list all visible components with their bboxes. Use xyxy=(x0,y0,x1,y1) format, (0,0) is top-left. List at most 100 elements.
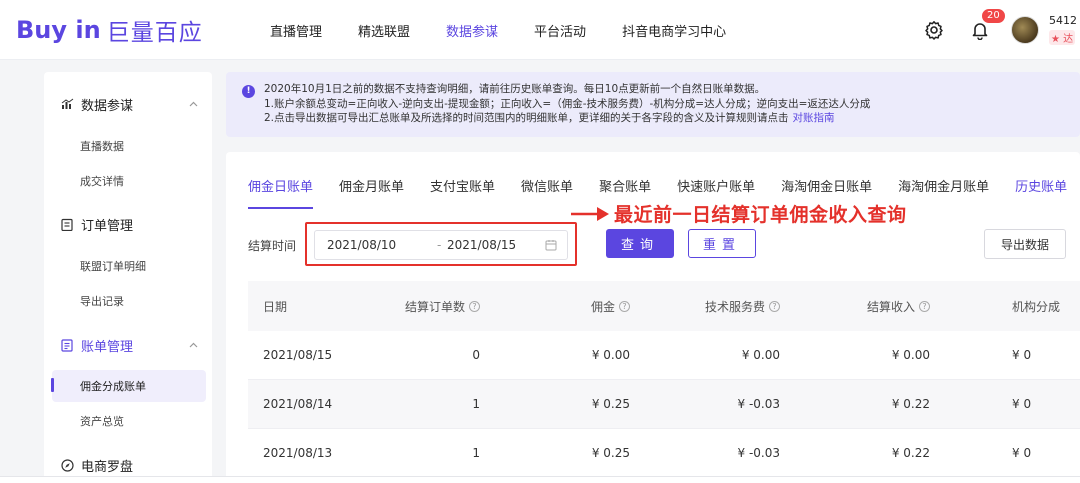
table-header: 日期 结算订单数? 佣金? 技术服务费? 结算收入? 机构分成 xyxy=(248,281,1080,331)
cell-date: 2021/08/14 xyxy=(263,397,333,411)
column-header-settlement-income: 结算收入? xyxy=(867,281,930,331)
tab-monthly-commission[interactable]: 佣金月账单 xyxy=(339,176,404,209)
tab-haitao-monthly[interactable]: 海淘佣金月账单 xyxy=(898,176,989,209)
date-end[interactable]: 2021/08/15 xyxy=(447,238,516,252)
cell-settlement-income: ¥ 0.00 xyxy=(891,348,930,362)
cell-commission: ¥ 0.25 xyxy=(591,446,630,460)
user-level-tag: ★ 达 xyxy=(1049,30,1076,45)
notice-line-3-text: 2.点击导出数据可导出汇总账单及所选择的时间范围内的明细账单，更详细的关于各字段… xyxy=(264,112,789,124)
help-icon[interactable]: ? xyxy=(919,300,930,312)
sidebar-group-label: 订单管理 xyxy=(81,218,134,234)
avatar[interactable] xyxy=(1011,16,1039,44)
notice-line-3: 2.点击导出数据可导出汇总账单及所选择的时间范围内的明细账单，更详细的关于各字段… xyxy=(264,111,1080,126)
cell-date: 2021/08/15 xyxy=(263,348,333,362)
date-start[interactable]: 2021/08/10 xyxy=(327,238,396,252)
user-id: 5412 xyxy=(1049,14,1077,27)
cell-commission: ¥ 0.00 xyxy=(591,348,630,362)
sidebar-item-live-data[interactable]: 直播数据 xyxy=(52,130,206,162)
table-row: 2021/08/14 1 ¥ 0.25 ¥ -0.03 ¥ 0.22 ¥ 0 xyxy=(248,380,1080,429)
notification-badge: 20 xyxy=(981,8,1006,24)
calendar-icon[interactable] xyxy=(545,239,557,254)
chevron-up-icon xyxy=(189,98,198,113)
column-header-order-count: 结算订单数? xyxy=(405,281,480,331)
sidebar-item-assets[interactable]: 资产总览 xyxy=(52,405,206,437)
annotation-arrow-icon xyxy=(569,204,611,228)
main-panel: 佣金日账单 佣金月账单 支付宝账单 微信账单 聚合账单 快速账户账单 海淘佣金日… xyxy=(226,152,1080,483)
page-bottom-edge xyxy=(0,476,1080,483)
reconciliation-guide-link[interactable]: 对账指南 xyxy=(793,112,835,124)
chart-icon xyxy=(60,97,74,111)
cell-order-count: 1 xyxy=(472,446,480,460)
column-header-label: 结算订单数 xyxy=(404,299,465,314)
notice-line-1: 2020年10月1日之前的数据不支持查询明细，请前往历史账单查询。每日10点更新… xyxy=(264,83,766,95)
help-icon[interactable]: ? xyxy=(469,300,480,312)
cell-settlement-income: ¥ 0.22 xyxy=(891,397,930,411)
sidebar-group-compass[interactable]: 电商罗盘 xyxy=(44,453,212,477)
cell-agency-share: ¥ 0 xyxy=(1012,446,1032,460)
cell-settlement-income: ¥ 0.22 xyxy=(891,446,930,460)
tab-daily-commission[interactable]: 佣金日账单 xyxy=(248,176,314,209)
sidebar-group-orders[interactable]: 订单管理 xyxy=(44,212,212,236)
nav-item-learning[interactable]: 抖音电商学习中心 xyxy=(622,21,726,40)
nav-item-data[interactable]: 数据参谋 xyxy=(446,21,498,40)
cell-service-fee: ¥ -0.03 xyxy=(737,446,781,460)
table-row: 2021/08/15 0 ¥ 0.00 ¥ 0.00 ¥ 0.00 ¥ 0 xyxy=(248,331,1080,380)
bill-table: 日期 结算订单数? 佣金? 技术服务费? 结算收入? 机构分成 2021/08/… xyxy=(248,281,1080,478)
column-header-date: 日期 xyxy=(263,299,288,314)
column-header-commission: 佣金? xyxy=(591,281,630,331)
brand-logo[interactable]: Buy in 巨量百应 xyxy=(16,14,203,46)
help-icon[interactable]: ? xyxy=(769,300,780,312)
sidebar-group-bills[interactable]: 账单管理 xyxy=(44,333,212,357)
sidebar-item-commission-bill[interactable]: 佣金分成账单 xyxy=(52,370,206,402)
table-row: 2021/08/13 1 ¥ 0.25 ¥ -0.03 ¥ 0.22 ¥ 0 xyxy=(248,429,1080,478)
clipboard-icon xyxy=(60,217,74,231)
nav-item-activity[interactable]: 平台活动 xyxy=(534,21,586,40)
bill-icon xyxy=(60,338,74,352)
date-range-picker[interactable]: 2021/08/10 - 2021/08/15 xyxy=(314,230,568,260)
sidebar: 数据参谋 直播数据 成交详情 订单管理 联盟订单明细 导出记录 账单管理 佣金分… xyxy=(44,72,212,483)
notice-line-2: 1.账户余额总变动=正向收入-逆向支出-提现金额；正向收入=（佣金-技术服务费）… xyxy=(264,97,871,110)
column-header-label: 技术服务费 xyxy=(704,299,765,314)
compass-icon xyxy=(60,458,74,472)
header-actions: 20 5412 ★ 达 xyxy=(923,0,1080,60)
chevron-up-icon xyxy=(189,339,198,354)
cell-agency-share: ¥ 0 xyxy=(1012,348,1032,362)
query-button[interactable]: 查询 xyxy=(606,229,674,258)
notice-banner: ! 2020年10月1日之前的数据不支持查询明细，请前往历史账单查询。每日10点… xyxy=(226,72,1080,137)
date-separator: - xyxy=(437,238,442,252)
user-info[interactable]: 5412 ★ 达 xyxy=(1049,14,1080,46)
annotation-text: 最近前一日结算订单佣金收入查询 xyxy=(614,204,907,226)
column-header-label: 佣金 xyxy=(590,299,615,314)
info-icon: ! xyxy=(242,85,255,98)
tab-history[interactable]: 历史账单 xyxy=(1015,176,1067,209)
help-icon[interactable]: ? xyxy=(619,300,630,312)
cell-commission: ¥ 0.25 xyxy=(591,397,630,411)
sidebar-item-deal-detail[interactable]: 成交详情 xyxy=(52,165,206,197)
sidebar-group-label: 账单管理 xyxy=(81,339,134,355)
active-item-marker xyxy=(51,378,54,392)
bell-icon[interactable]: 20 xyxy=(969,8,1006,41)
sidebar-item-alliance-orders[interactable]: 联盟订单明细 xyxy=(52,250,206,282)
reset-button[interactable]: 重置 xyxy=(688,229,756,258)
export-button[interactable]: 导出数据 xyxy=(984,229,1066,259)
column-header-service-fee: 技术服务费? xyxy=(705,281,780,331)
nav-item-alliance[interactable]: 精选联盟 xyxy=(358,21,410,40)
sidebar-item-export-records[interactable]: 导出记录 xyxy=(52,285,206,317)
main-nav: 直播管理 精选联盟 数据参谋 平台活动 抖音电商学习中心 xyxy=(270,0,762,60)
tab-wechat[interactable]: 微信账单 xyxy=(521,176,573,209)
cell-date: 2021/08/13 xyxy=(263,446,333,460)
sidebar-group-label: 数据参谋 xyxy=(81,98,134,114)
logo-en: Buy in xyxy=(16,16,101,44)
tab-alipay[interactable]: 支付宝账单 xyxy=(430,176,495,209)
column-header-label: 结算收入 xyxy=(866,299,915,314)
cell-service-fee: ¥ -0.03 xyxy=(737,397,781,411)
cell-order-count: 1 xyxy=(472,397,480,411)
cell-service-fee: ¥ 0.00 xyxy=(741,348,780,362)
sidebar-group-data[interactable]: 数据参谋 xyxy=(44,92,212,116)
nav-item-live[interactable]: 直播管理 xyxy=(270,21,322,40)
top-navbar: Buy in 巨量百应 直播管理 精选联盟 数据参谋 平台活动 抖音电商学习中心… xyxy=(0,0,1080,60)
gear-icon[interactable] xyxy=(923,19,945,41)
column-header-agency-share: 机构分成 xyxy=(1012,299,1061,314)
settlement-time-label: 结算时间 xyxy=(248,239,297,253)
cell-agency-share: ¥ 0 xyxy=(1012,397,1032,411)
